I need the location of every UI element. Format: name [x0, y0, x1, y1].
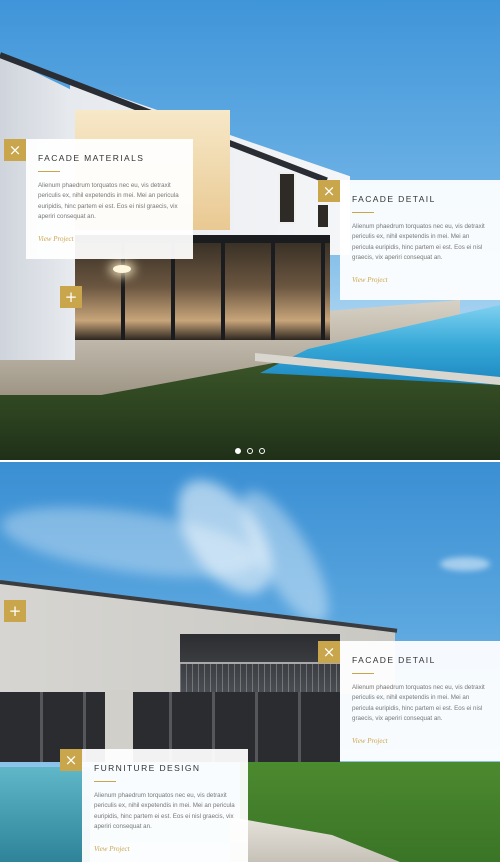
card-divider [352, 212, 374, 213]
card-description: Alienum phaedrum torquatos nec eu, vis d… [94, 792, 235, 831]
slider-dot-3[interactable] [259, 448, 265, 454]
hotspot-card-furniture-design: FURNITURE DESIGN Alienum phaedrum torqua… [82, 749, 248, 862]
close-icon[interactable]: × [4, 139, 26, 161]
view-project-link[interactable]: View Project [352, 276, 388, 284]
slider-pagination [235, 448, 265, 454]
card-divider [38, 171, 60, 172]
card-description: Alienum phaedrum torquatos nec eu, vis d… [352, 223, 485, 262]
card-description: Alienum phaedrum torquatos nec eu, vis d… [352, 684, 485, 723]
window [278, 172, 296, 224]
card-divider [352, 673, 374, 674]
project-slide-1: × FACADE MATERIALS Alienum phaedrum torq… [0, 0, 500, 460]
pendant-lamp [113, 265, 131, 273]
swimming-pool [0, 767, 90, 862]
hotspot-card-facade-detail: FACADE DETAIL Alienum phaedrum torquatos… [340, 641, 500, 761]
card-divider [94, 781, 116, 782]
plus-icon[interactable]: + [4, 600, 26, 622]
hotspot-card-facade-detail: FACADE DETAIL Alienum phaedrum torquatos… [340, 180, 500, 300]
view-project-link[interactable]: View Project [352, 737, 388, 745]
window [318, 205, 328, 227]
slider-dot-2[interactable] [247, 448, 253, 454]
card-title: FACADE MATERIALS [38, 153, 145, 163]
card-description: Alienum phaedrum torquatos nec eu, vis d… [38, 182, 179, 221]
cloud [440, 557, 490, 571]
close-icon[interactable]: × [318, 641, 340, 663]
view-project-link[interactable]: View Project [38, 235, 74, 243]
plus-icon[interactable]: + [60, 286, 82, 308]
view-project-link[interactable]: View Project [94, 845, 130, 853]
close-icon[interactable]: × [318, 180, 340, 202]
card-title: FACADE DETAIL [352, 655, 436, 665]
card-title: FURNITURE DESIGN [94, 763, 201, 773]
project-slide-2: + × FACADE DETAIL Alienum phaedrum torqu… [0, 462, 500, 862]
close-icon[interactable]: × [60, 749, 82, 771]
slider-dot-1[interactable] [235, 448, 241, 454]
balcony-railing [180, 662, 340, 692]
hotspot-card-facade-materials: FACADE MATERIALS Alienum phaedrum torqua… [26, 139, 193, 259]
card-title: FACADE DETAIL [352, 194, 436, 204]
